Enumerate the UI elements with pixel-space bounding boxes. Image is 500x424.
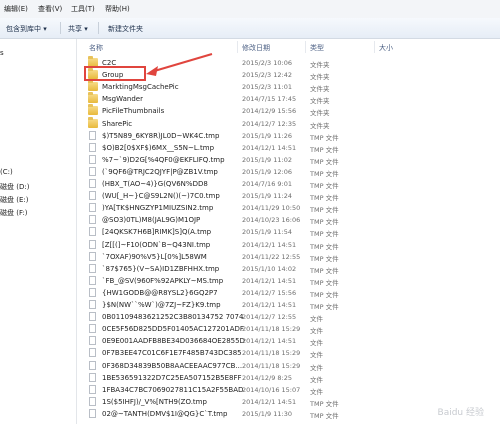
red-arrow-annotation [146, 53, 213, 76]
arrow-head [146, 66, 158, 76]
watermark: Baidu 经验 [437, 408, 484, 418]
arrow-line [150, 53, 213, 73]
